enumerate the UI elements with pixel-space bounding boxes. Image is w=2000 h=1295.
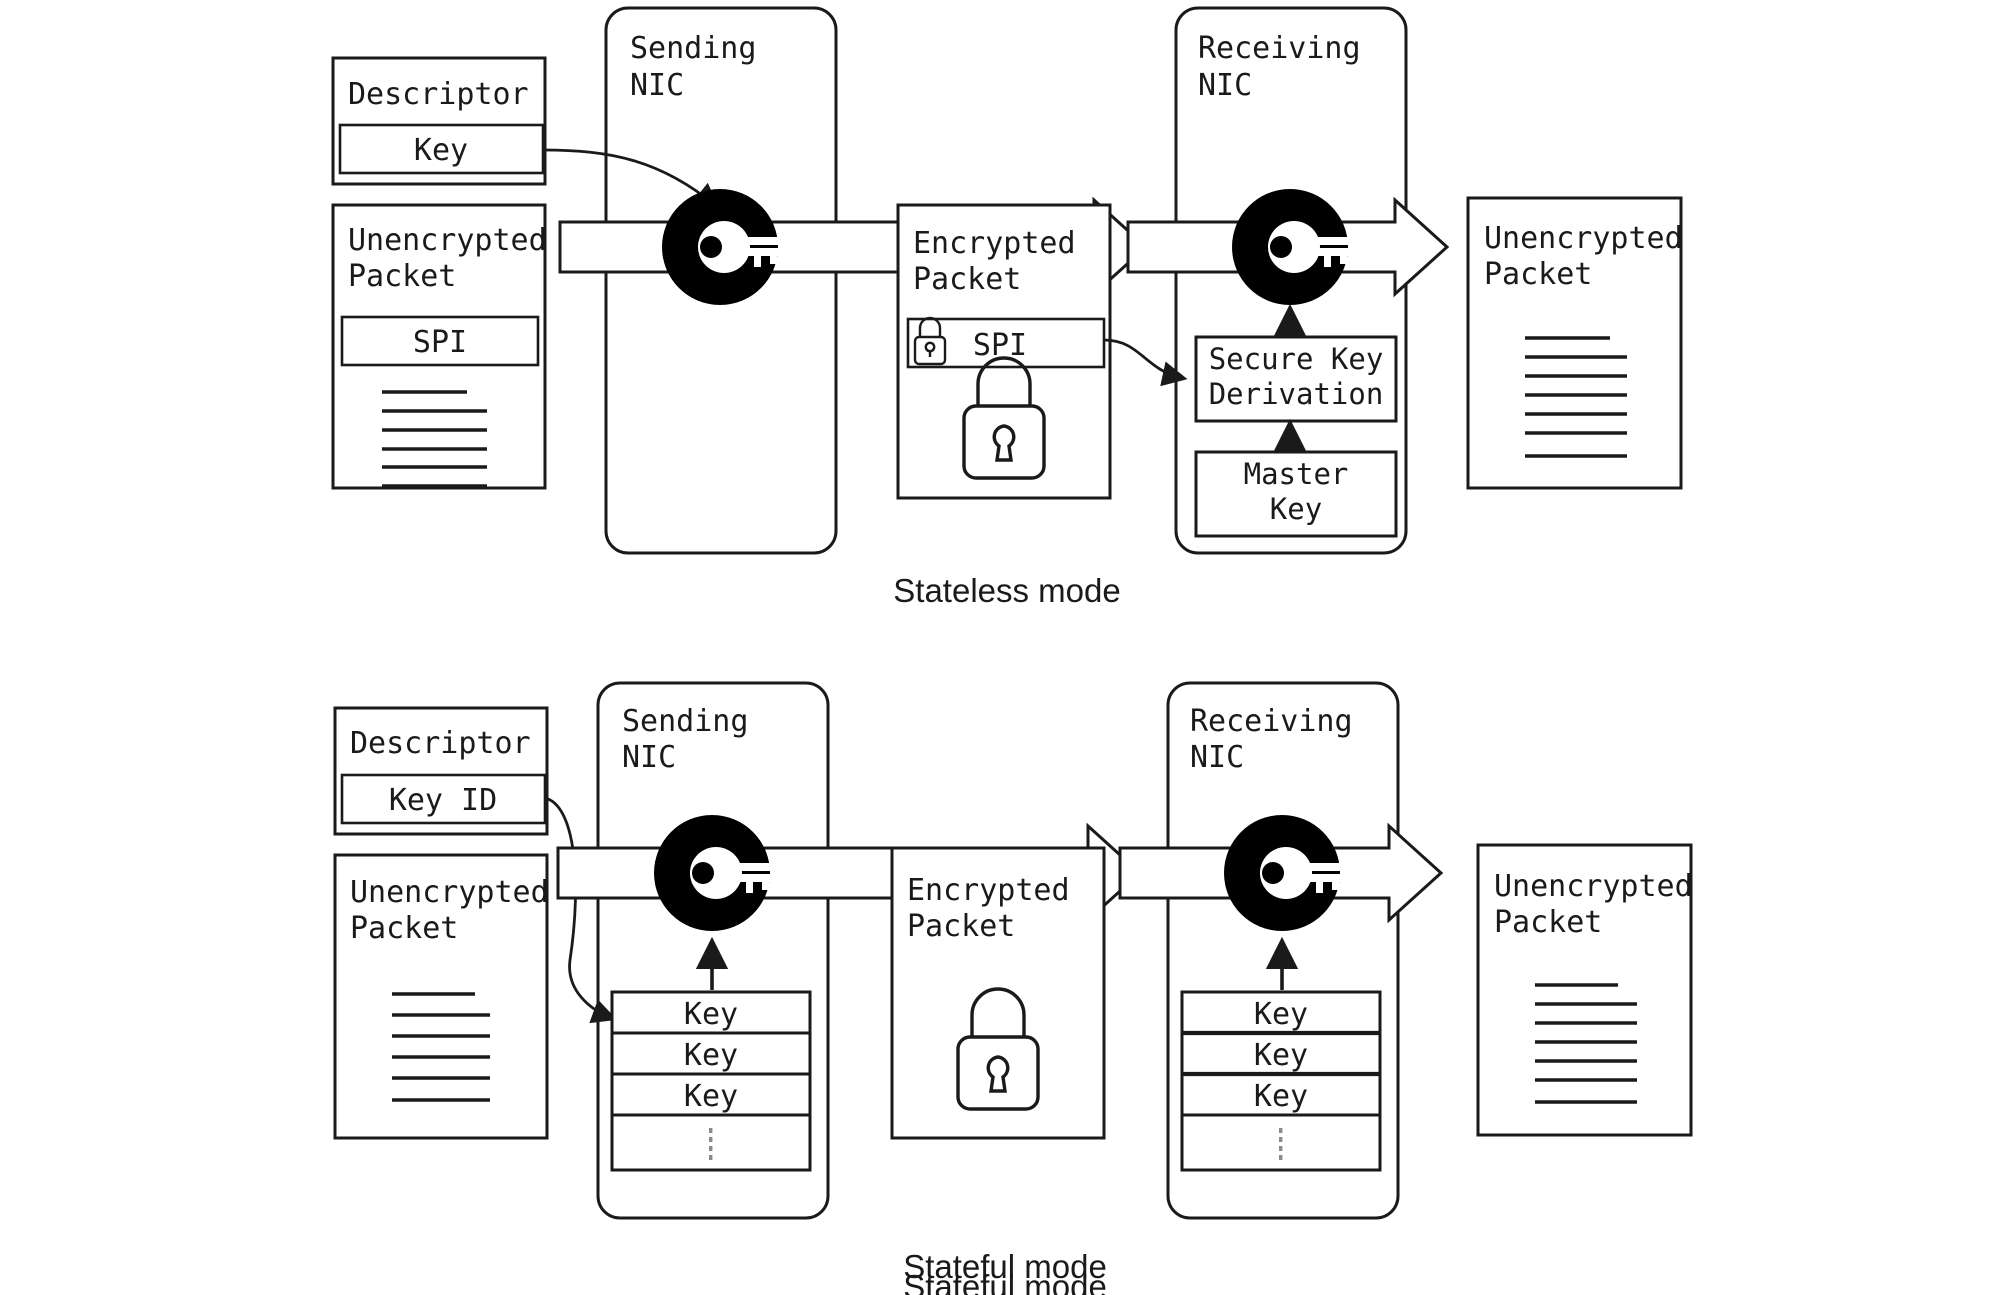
key-row-0: Key: [684, 997, 738, 1032]
packet-title-line2-stateful: Packet: [350, 911, 458, 946]
master-key-line1: Master: [1244, 457, 1349, 491]
key-row-2-receiving: Key: [1254, 1079, 1308, 1114]
packet-title-line1: Unencrypted: [348, 223, 547, 258]
receiving-nic-title-line1-stateful: Receiving: [1190, 704, 1353, 739]
skd-line2: Derivation: [1209, 377, 1384, 411]
sending-nic-title-line1-stateful: Sending: [622, 704, 748, 739]
packet-spi-field: SPI: [413, 325, 467, 360]
encrypted-packet-title-line1: Encrypted: [913, 226, 1076, 261]
packet-title-line1-stateful: Unencrypted: [350, 875, 549, 910]
key-row-0-receiving: Key: [1254, 997, 1308, 1032]
receiving-nic-title-line2: NIC: [1198, 68, 1252, 103]
descriptor-keyid-field: Key ID: [389, 783, 497, 818]
unencrypted-packet-right-stateful: Unencrypted Packet: [1476, 843, 1693, 1137]
receiving-nic-title-line2-stateful: NIC: [1190, 740, 1244, 775]
encrypted-packet-stateless: Encrypted Packet SPI: [896, 203, 1112, 500]
right-packet-title-line1-stateful: Unencrypted: [1494, 869, 1693, 904]
key-row-1-receiving: Key: [1254, 1038, 1308, 1073]
master-key-box: Master Key: [1194, 450, 1398, 538]
key-row-1: Key: [684, 1038, 738, 1073]
key-row-2: Key: [684, 1079, 738, 1114]
stateless-mode-section: Sending NIC Receiving NIC Descriptor Key…: [331, 6, 1683, 609]
stateful-mode-label-visible: Stateful mode: [903, 1248, 1107, 1285]
spi-to-skd-connector: [1103, 338, 1188, 387]
unencrypted-packet-left-stateful: Unencrypted Packet: [333, 853, 549, 1140]
stateful-mode-section: Sending NIC Receiving NIC Descriptor Key…: [333, 681, 1693, 1295]
unencrypted-packet-right-stateless: Unencrypted Packet: [1466, 196, 1683, 490]
skd-line1: Secure Key: [1209, 342, 1384, 376]
packet-title-line2: Packet: [348, 259, 456, 294]
encrypted-packet-title-line1-stateful: Encrypted: [907, 873, 1070, 908]
descriptor-key-field: Key: [414, 133, 468, 168]
key-table-sending: Key Key Key: [610, 990, 812, 1172]
secure-key-derivation-box: Secure Key Derivation: [1194, 335, 1398, 423]
unencrypted-packet-left-stateless: Unencrypted Packet SPI: [331, 203, 547, 490]
sending-nic-title-line2: NIC: [630, 68, 684, 103]
master-key-line2: Key: [1270, 492, 1322, 526]
right-packet-title-line2: Packet: [1484, 257, 1592, 292]
descriptor-stateless: Descriptor Key: [331, 56, 547, 186]
sending-nic-title-line1: Sending: [630, 31, 756, 66]
encrypted-packet-stateful: Encrypted Packet: [890, 846, 1106, 1140]
encrypted-packet-title-line2: Packet: [913, 262, 1021, 297]
stateless-mode-label: Stateless mode: [893, 572, 1120, 609]
right-packet-title-line1: Unencrypted: [1484, 221, 1683, 256]
sending-nic-title-line2-stateful: NIC: [622, 740, 676, 775]
diagram-canvas: Sending NIC Receiving NIC Descriptor Key…: [0, 0, 2000, 1295]
encrypted-packet-title-line2-stateful: Packet: [907, 909, 1015, 944]
descriptor-title: Descriptor: [348, 77, 529, 112]
descriptor-stateful: Descriptor Key ID: [333, 706, 549, 836]
descriptor-title-stateful: Descriptor: [350, 726, 531, 761]
key-table-receiving: Key Key Key: [1180, 990, 1382, 1172]
receiving-nic-title-line1: Receiving: [1198, 31, 1361, 66]
right-packet-title-line2-stateful: Packet: [1494, 905, 1602, 940]
